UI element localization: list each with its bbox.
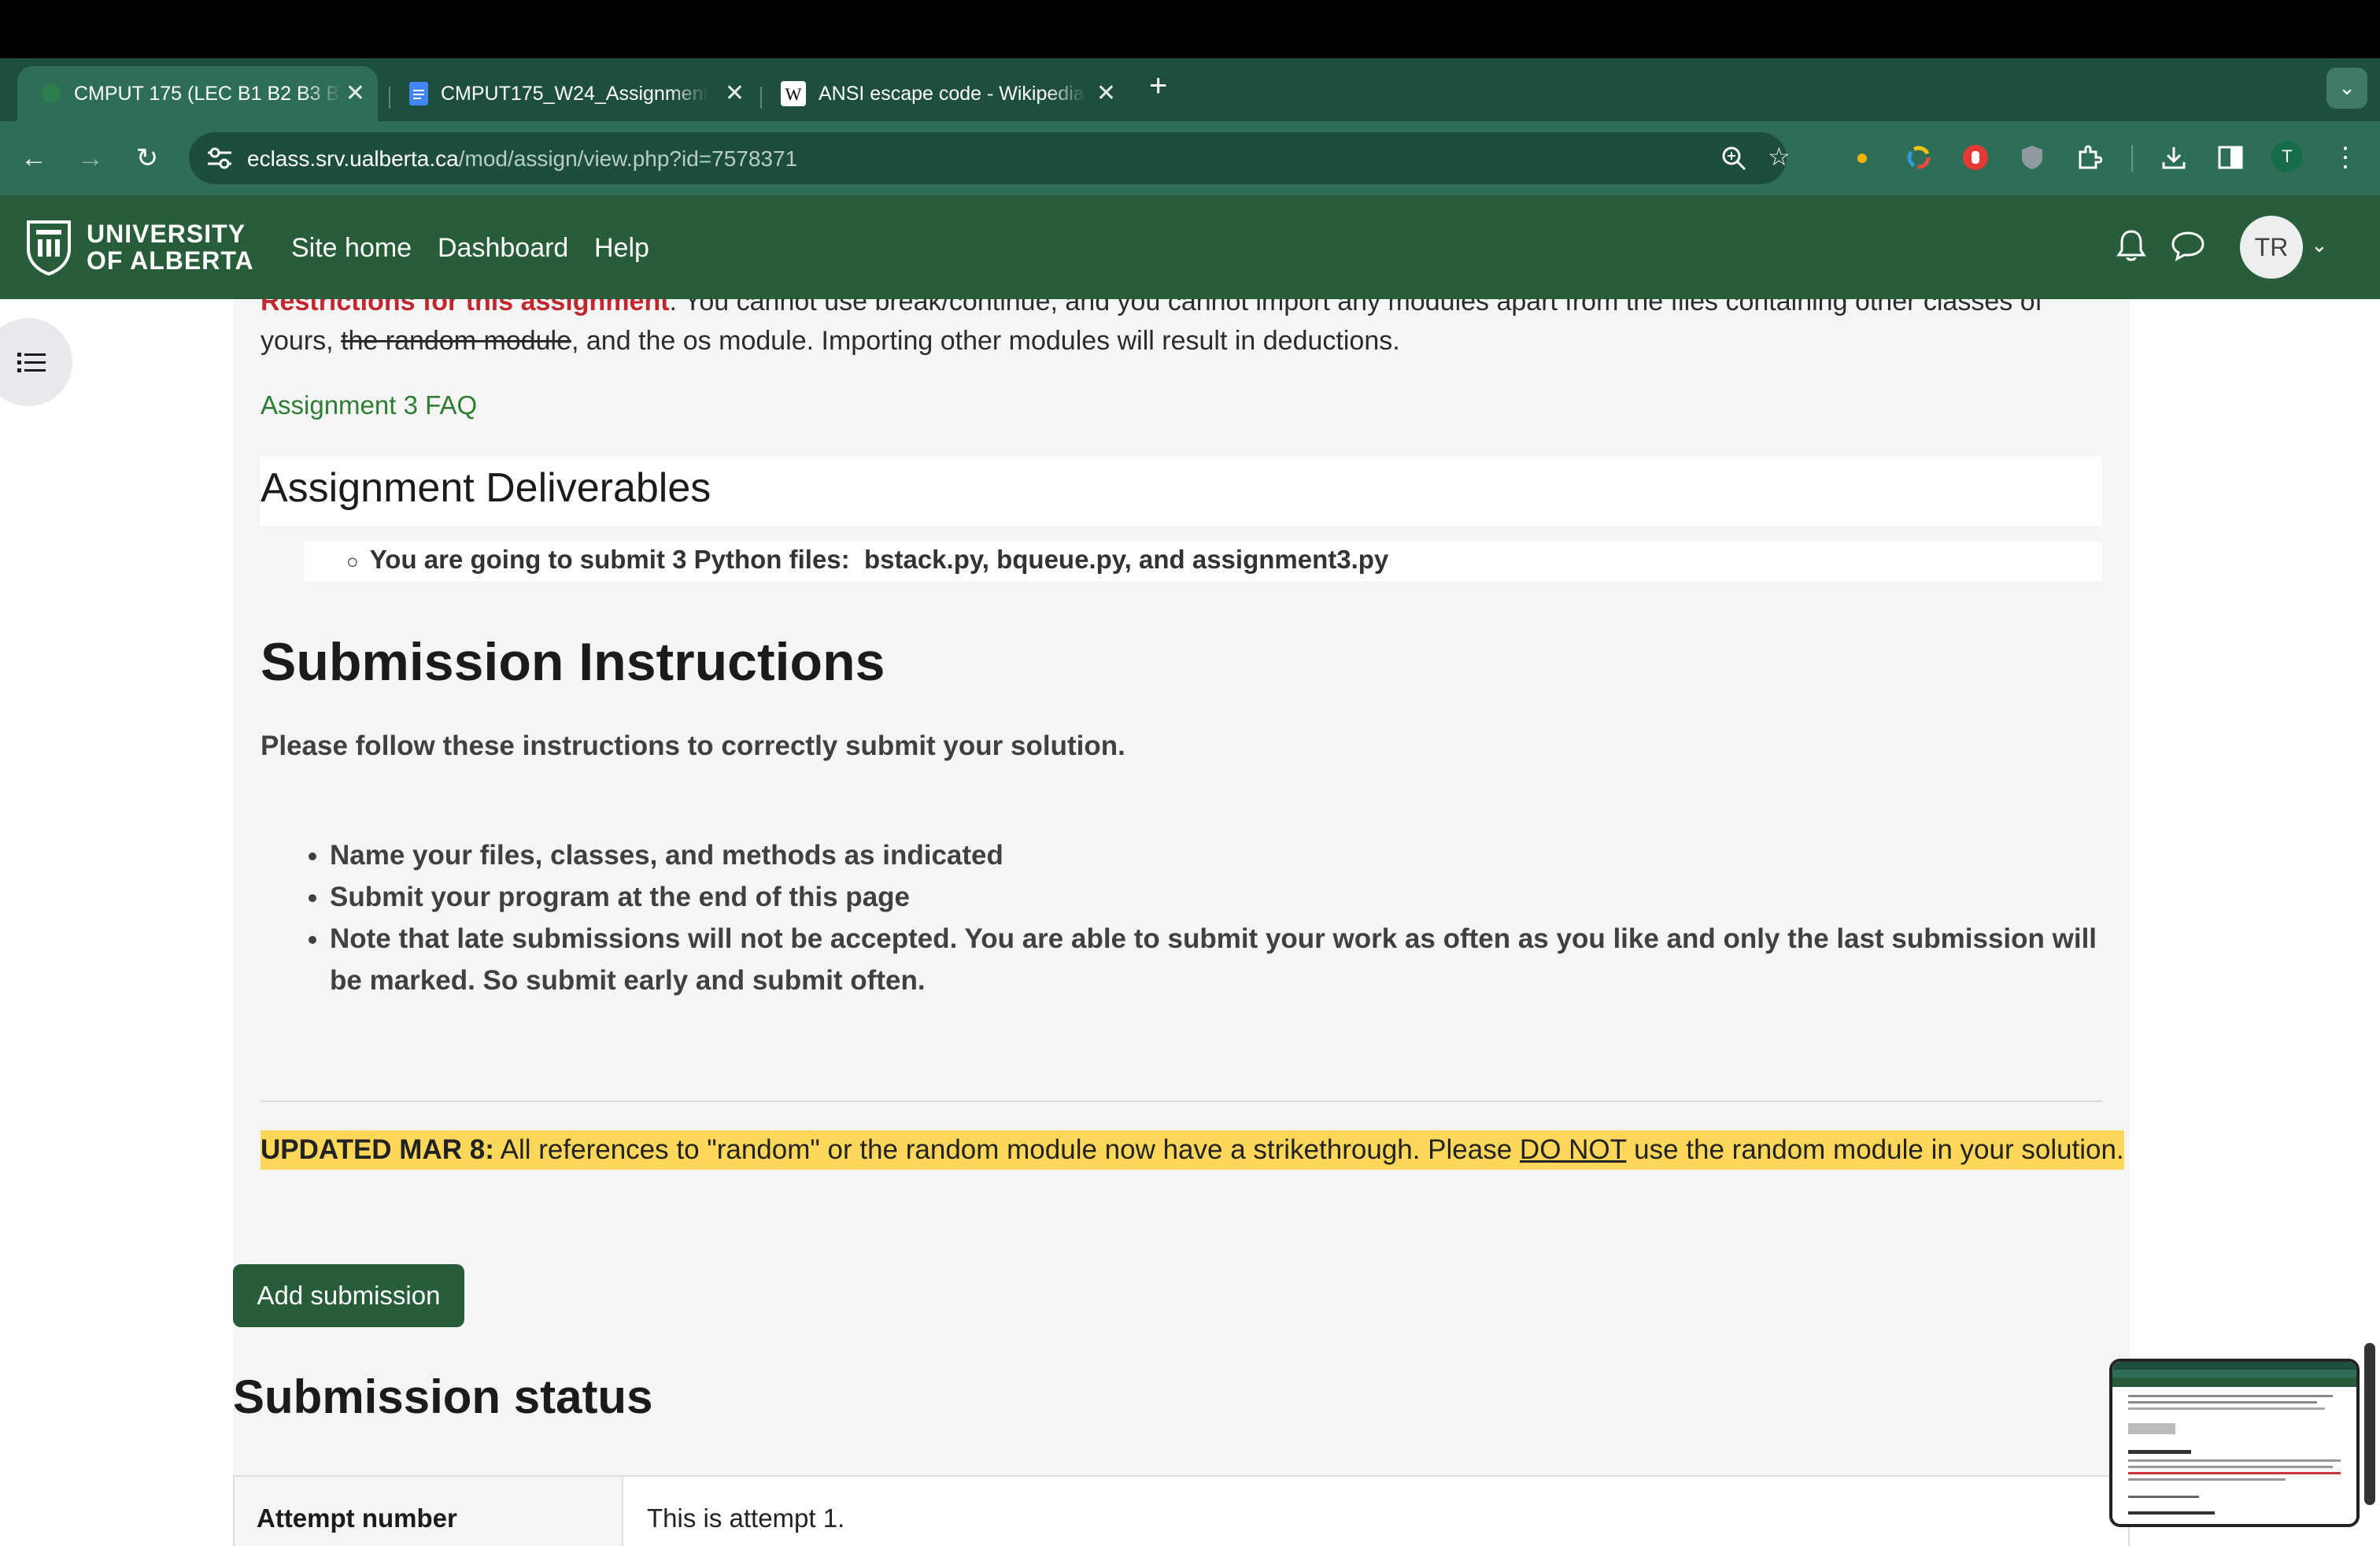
- chrome-menu-icon[interactable]: ⋮: [2328, 140, 2363, 175]
- hand-stop-icon: [1963, 145, 1988, 170]
- divider: [261, 1100, 2102, 1102]
- forward-icon[interactable]: →: [71, 139, 110, 178]
- nav-dashboard[interactable]: Dashboard: [438, 233, 568, 264]
- puzzle-icon: [2079, 145, 2103, 169]
- downloads-icon[interactable]: [2156, 140, 2191, 175]
- update-notice: UPDATED MAR 8: All references to "random…: [261, 1130, 2124, 1170]
- university-logo-text[interactable]: UNIVERSITY OF ALBERTA: [87, 220, 254, 274]
- update-text-1: All references to "random" or the random…: [493, 1134, 1520, 1165]
- tab-title: ANSI escape code - Wikipedia: [819, 82, 1085, 105]
- chevron-down-icon[interactable]: ⌄: [2311, 233, 2328, 257]
- screen-top-bar: [0, 0, 2380, 58]
- submission-status-heading: Submission status: [233, 1370, 653, 1423]
- download-arrow-icon: [2162, 147, 2186, 169]
- uofa-favicon: [42, 84, 61, 103]
- url-domain: eclass.srv.ualberta.ca: [247, 146, 459, 171]
- page-content: Restrictions for this assignment: You ca…: [0, 299, 2380, 1546]
- submission-instructions-heading: Submission Instructions: [261, 632, 885, 692]
- submission-intro: Please follow these instructions to corr…: [261, 730, 1125, 761]
- circle-bullet-icon: ○: [346, 549, 359, 573]
- deliverables-heading: Assignment Deliverables: [261, 465, 711, 511]
- update-label: UPDATED MAR 8:: [261, 1134, 494, 1165]
- sidebar-toggle-icon: [2218, 146, 2243, 169]
- user-menu-avatar[interactable]: TR: [2240, 216, 2303, 279]
- restriction-label: Restrictions for this assignment: [261, 299, 670, 316]
- preview-image: [2112, 1362, 2356, 1524]
- extension-honey-icon[interactable]: ●: [1845, 140, 1879, 175]
- extension-stop-icon[interactable]: [1958, 140, 1993, 175]
- deliverable-item: ○ You are going to submit 3 Python files:…: [346, 545, 1388, 575]
- site-settings-icon[interactable]: [206, 146, 233, 170]
- address-bar[interactable]: eclass.srv.ualberta.ca/mod/assign/view.p…: [189, 132, 1791, 184]
- messages-chat-icon[interactable]: [2171, 230, 2205, 261]
- tab-title: CMPUT175_W24_Assignment: [441, 82, 708, 105]
- update-emphasis: DO NOT: [1519, 1134, 1627, 1165]
- add-submission-button[interactable]: Add submission: [233, 1264, 464, 1327]
- faq-link[interactable]: Assignment 3 FAQ: [261, 390, 477, 420]
- submission-instructions-list: Name your files, classes, and methods as…: [295, 834, 2124, 1001]
- deliverable-text: You are going to submit 3 Python files: …: [369, 545, 1389, 574]
- color-wheel-icon: [1907, 146, 1931, 169]
- extensions-puzzle-icon[interactable]: [2071, 140, 2106, 175]
- bookmark-star-icon[interactable]: ☆: [1768, 142, 1791, 172]
- close-icon[interactable]: ✕: [1096, 80, 1116, 108]
- svg-text:W: W: [785, 84, 802, 104]
- attempt-number-label: Attempt number: [257, 1503, 457, 1533]
- struck-random-module: the random module: [341, 326, 571, 356]
- new-tab-icon[interactable]: +: [1149, 66, 1167, 105]
- list-item: Note that late submissions will not be a…: [330, 918, 2124, 1001]
- tab-search-chevron-icon[interactable]: ⌄: [2326, 68, 2367, 109]
- shield-icon: [2022, 146, 2042, 169]
- extension-shield-icon[interactable]: [2015, 140, 2049, 175]
- extension-color-icon[interactable]: [1901, 140, 1936, 175]
- attempt-number-value: This is attempt 1.: [647, 1503, 845, 1533]
- screen-preview-thumbnail[interactable]: [2109, 1359, 2360, 1527]
- wikipedia-icon: W: [781, 81, 806, 106]
- tab-cmput175[interactable]: CMPUT 175 (LEC B1 B2 B3 B4 ✕: [17, 66, 378, 121]
- google-docs-icon: [409, 82, 428, 105]
- submission-status-table: Attempt number This is attempt 1.: [233, 1475, 2130, 1546]
- university-crest-icon[interactable]: [25, 217, 72, 276]
- tab-assignment-doc[interactable]: CMPUT175_W24_Assignment ✕: [386, 66, 757, 121]
- list-icon: [17, 353, 46, 372]
- tab-wikipedia[interactable]: W ANSI escape code - Wikipedia ✕: [757, 66, 1129, 121]
- close-icon[interactable]: ✕: [725, 80, 745, 108]
- url-path: /mod/assign/view.php?id=7578371: [458, 146, 798, 171]
- side-panel-icon[interactable]: [2213, 140, 2248, 175]
- browser-tab-strip: CMPUT 175 (LEC B1 B2 B3 B4 ✕ CMPUT175_W2…: [0, 58, 2380, 121]
- table-row-label-cell: Attempt number: [235, 1477, 623, 1546]
- restriction-paragraph: Restrictions for this assignment: You ca…: [261, 299, 2102, 361]
- profile-avatar[interactable]: T: [2271, 141, 2303, 172]
- reload-icon[interactable]: ↻: [128, 139, 167, 178]
- browser-toolbar: ← → ↻ eclass.srv.ualberta.ca/mod/assign/…: [0, 121, 2380, 195]
- url-text[interactable]: eclass.srv.ualberta.ca/mod/assign/view.p…: [247, 146, 797, 172]
- close-icon[interactable]: ✕: [346, 80, 365, 108]
- zoom-icon[interactable]: [1720, 145, 1747, 172]
- nav-help[interactable]: Help: [594, 233, 649, 264]
- back-icon[interactable]: ←: [14, 139, 54, 178]
- logo-line-2: OF ALBERTA: [87, 246, 254, 275]
- logo-line-1: UNIVERSITY: [87, 220, 246, 248]
- restriction-text-2: , and the os module. Importing other mod…: [571, 326, 1400, 356]
- toolbar-divider: [2131, 145, 2133, 172]
- tab-title: CMPUT 175 (LEC B1 B2 B3 B4: [74, 82, 342, 105]
- nav-site-home[interactable]: Site home: [291, 233, 412, 264]
- update-text-2: use the random module in your solution.: [1626, 1134, 2124, 1165]
- list-item: Name your files, classes, and methods as…: [330, 834, 2124, 876]
- course-index-drawer-toggle[interactable]: [0, 318, 72, 406]
- list-item: Submit your program at the end of this p…: [330, 876, 2124, 918]
- scrollbar-thumb[interactable]: [2364, 1343, 2375, 1505]
- notifications-bell-icon[interactable]: [2116, 228, 2147, 263]
